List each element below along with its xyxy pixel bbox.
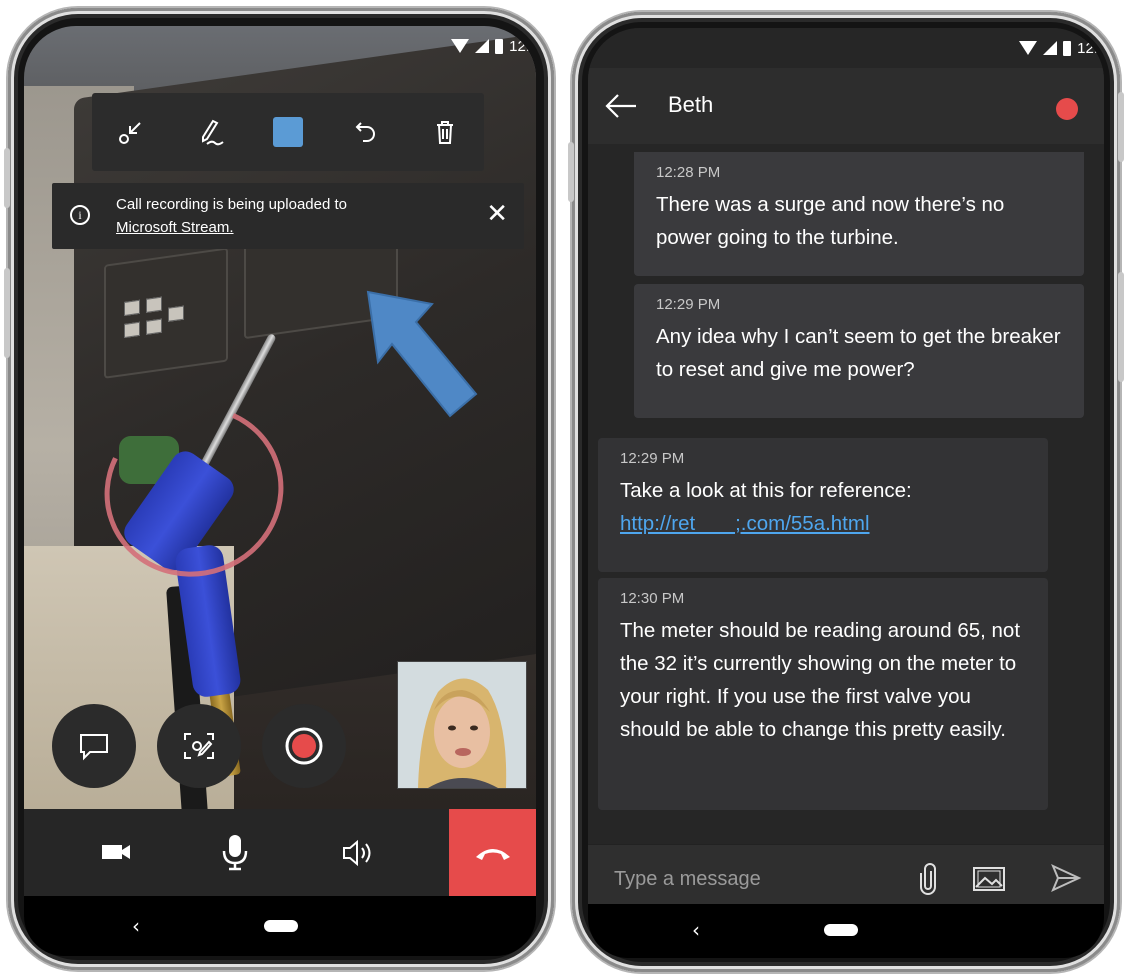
message-input[interactable] [612, 845, 896, 913]
back-arrow-icon[interactable] [604, 92, 638, 120]
microphone-icon[interactable] [220, 833, 250, 871]
camera-icon[interactable] [100, 837, 134, 867]
recording-dot-icon [1056, 98, 1078, 120]
message-time: 12:29 PM [656, 296, 721, 313]
panel-key [124, 321, 140, 339]
caller-avatar [398, 662, 526, 788]
home-nav-icon[interactable] [264, 920, 298, 932]
banner-message: Call recording is being uploaded to Micr… [116, 193, 347, 239]
signal-icon [1043, 41, 1058, 55]
side-button [1118, 272, 1124, 382]
annotate-button[interactable] [157, 704, 241, 788]
phone-frame-left: 12: i Call recording is being uploaded t… [4, 8, 554, 970]
undo-icon[interactable] [344, 110, 388, 154]
wifi-icon [451, 39, 470, 53]
message-bubble-received: 12:30 PM The meter should be reading aro… [598, 578, 1048, 810]
panel-key [124, 299, 140, 317]
clock: 12: [509, 37, 530, 55]
ink-arrow-annotation [366, 290, 478, 418]
message-time: 12:29 PM [620, 450, 685, 467]
message-text: There was a surge and now there’s no pow… [656, 193, 1005, 249]
chat-button[interactable] [52, 704, 136, 788]
banner-link[interactable]: Microsoft Stream. [116, 216, 347, 239]
self-view-video[interactable] [397, 661, 527, 789]
machine-grille [104, 247, 228, 379]
ink-toolbar [92, 93, 484, 171]
trash-icon[interactable] [423, 110, 467, 154]
battery-icon [1063, 40, 1072, 56]
pen-icon[interactable] [188, 110, 232, 154]
attach-icon[interactable] [918, 863, 938, 895]
message-bubble-received: 12:29 PM Take a look at this for referen… [598, 438, 1048, 572]
close-icon[interactable]: ✕ [486, 201, 508, 227]
hang-up-icon [475, 848, 510, 860]
call-controls [24, 809, 536, 896]
message-bubble-sent: 12:28 PM There was a surge and now there… [634, 152, 1084, 276]
chat-screen: 12: Beth 12:28 PM There was a surge and … [588, 28, 1104, 958]
chat-header: Beth [588, 68, 1104, 144]
navigation-bar: ‹ [24, 896, 536, 956]
phone-frame-right: 12: Beth 12:28 PM There was a surge and … [568, 12, 1124, 972]
message-link[interactable]: http://ret ;.com/55a.html [620, 507, 1026, 540]
end-call-button[interactable] [449, 809, 536, 896]
record-button[interactable] [262, 704, 346, 788]
banner-text: Call recording is being uploaded to [116, 196, 347, 213]
status-bar: 12: [588, 28, 1104, 68]
status-bar: 12: [451, 26, 536, 66]
signal-icon [475, 39, 490, 53]
collapse-icon[interactable] [109, 110, 153, 154]
home-nav-icon[interactable] [824, 924, 858, 936]
chat-icon [80, 734, 108, 761]
compose-bar [588, 844, 1104, 913]
send-icon[interactable] [1050, 863, 1082, 893]
color-swatch[interactable] [266, 110, 310, 154]
side-button [4, 268, 10, 358]
message-bubble-sent: 12:29 PM Any idea why I can’t seem to ge… [634, 284, 1084, 418]
info-icon: i [70, 205, 90, 225]
image-icon[interactable] [972, 865, 1006, 893]
back-nav-icon[interactable]: ‹ [692, 918, 700, 942]
recording-banner: i Call recording is being uploaded to Mi… [52, 183, 524, 249]
message-text: Any idea why I can’t seem to get the bre… [656, 325, 1061, 381]
panel-key [146, 318, 162, 335]
power-button [1118, 92, 1124, 162]
back-nav-icon[interactable]: ‹ [132, 914, 140, 938]
battery-icon [495, 38, 504, 54]
message-time: 12:28 PM [656, 164, 721, 181]
screen-ink-icon [184, 733, 214, 759]
volume-button [568, 142, 574, 202]
message-text: The meter should be reading around 65, n… [620, 619, 1021, 741]
clock: 12: [1077, 39, 1098, 57]
record-icon [285, 727, 323, 765]
video-call-screen: 12: i Call recording is being uploaded t… [24, 26, 536, 956]
contact-name: Beth [668, 92, 714, 117]
panel-key [146, 296, 162, 313]
panel-key [168, 305, 184, 322]
message-time: 12:30 PM [620, 590, 685, 607]
speaker-icon[interactable] [340, 837, 376, 869]
wifi-icon [1019, 41, 1038, 55]
message-text: Take a look at this for reference: [620, 479, 912, 502]
volume-button [4, 148, 10, 208]
navigation-bar: ‹ [588, 904, 1104, 958]
